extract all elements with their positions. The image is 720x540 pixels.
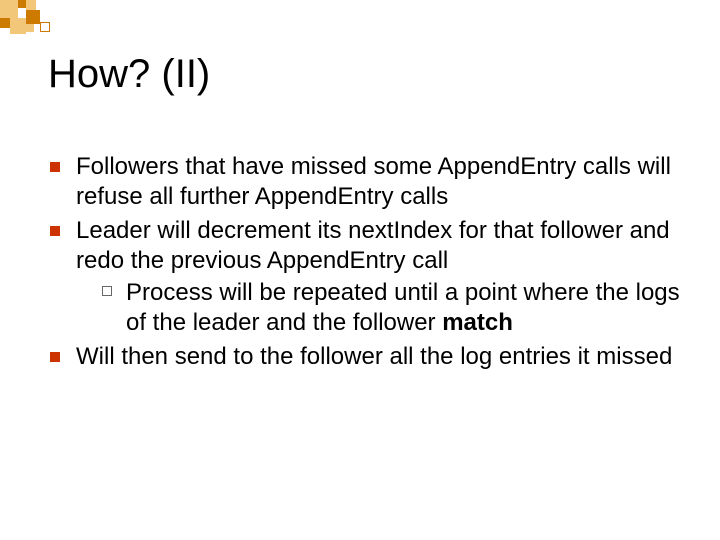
list-item-text: Process will be repeated until a point w… [126,279,680,336]
slide-title: How? (II) [48,52,210,97]
list-item-text: Leader will decrement its nextIndex for … [76,217,670,274]
slide: How? (II) Followers that have missed som… [0,0,720,540]
list-item: Leader will decrement its nextIndex for … [48,216,680,338]
bullet-list: Followers that have missed some AppendEn… [48,152,680,372]
list-item: Process will be repeated until a point w… [100,278,680,338]
bullet-sublist: Process will be repeated until a point w… [76,278,680,338]
slide-body: Followers that have missed some AppendEn… [48,152,680,376]
corner-decoration [0,0,80,32]
list-item: Followers that have missed some AppendEn… [48,152,680,212]
list-item-text-bold: match [442,309,513,336]
list-item: Will then send to the follower all the l… [48,342,680,372]
